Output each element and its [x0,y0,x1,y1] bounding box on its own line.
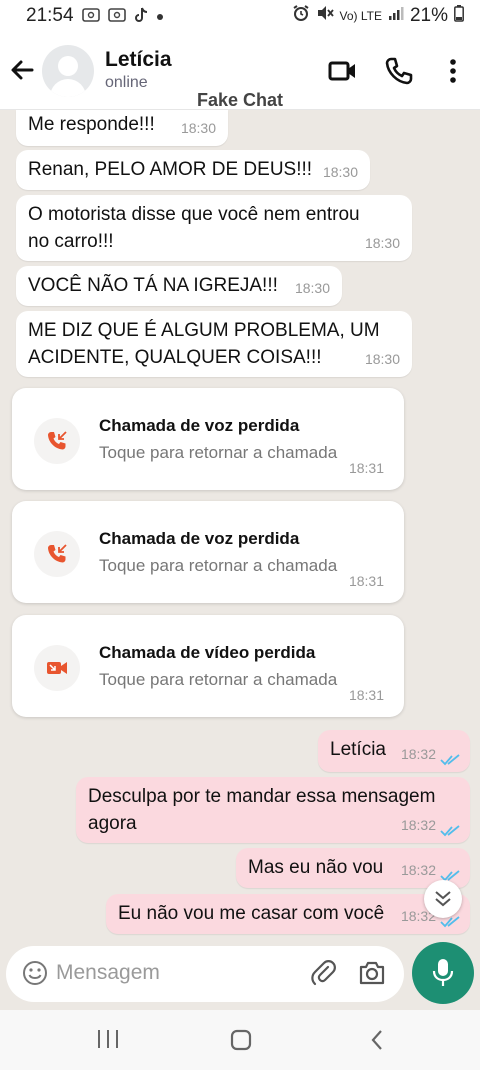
signal-icon [388,5,404,27]
watermark: Fake Chat [196,90,284,110]
message-time: 18:30 [322,164,358,180]
battery-percent: 21% [409,5,448,26]
read-receipt-icon [440,825,460,837]
recent-apps-icon[interactable] [96,1028,120,1055]
call-time: 18:31 [348,687,384,703]
message-time: 18:30 [294,280,330,296]
message-text: Eu não vou me casar com você [118,903,385,924]
home-icon[interactable] [229,1028,253,1057]
message-time: 18:30 [364,235,400,251]
message-text-line: no carro!!! [28,231,114,252]
call-title: Chamada de vídeo perdida [99,643,316,662]
screenshot-icon [81,7,100,25]
status-bar: 21:54 Vo) LTE 21% [0,0,480,32]
message-text: Letícia [330,739,386,760]
back-nav-icon[interactable] [366,1028,388,1057]
chat-area[interactable]: Me responde!!! 18:30 Renan, PELO AMOR DE… [0,110,480,940]
missed-call-card[interactable]: Chamada de vídeo perdida Toque para reto… [12,615,404,717]
message-time: 18:32 [400,746,436,762]
video-call-icon[interactable] [328,56,358,86]
more-vert-icon[interactable] [438,56,468,86]
mic-button[interactable] [412,942,474,1004]
phone-icon[interactable] [384,56,414,86]
message-text-line: O motorista disse que você nem entrou [28,204,360,225]
missed-voice-call-icon [34,531,80,577]
camera-icon[interactable] [358,959,386,992]
call-subtitle: Toque para retornar a chamada [99,556,338,575]
system-nav-bar [0,1010,480,1070]
message-text-line: ME DIZ QUE É ALGUM PROBLEMA, UM [28,320,380,341]
battery-icon [454,4,464,28]
call-subtitle: Toque para retornar a chamada [99,670,338,689]
scroll-to-bottom-button[interactable] [424,880,462,918]
message-bubble[interactable]: Letícia 18:32 [318,730,470,772]
call-subtitle: Toque para retornar a chamada [99,443,338,462]
back-arrow-icon[interactable] [6,54,38,86]
missed-video-call-icon [34,645,80,691]
tiktok-icon [134,7,148,26]
message-composer[interactable]: Mensagem [6,946,404,1002]
message-bubble[interactable]: Renan, PELO AMOR DE DEUS!!! 18:30 [16,150,370,190]
mute-icon [316,4,334,28]
call-title: Chamada de voz perdida [99,529,300,548]
message-bubble[interactable]: Desculpa por te mandar essa mensagem ago… [76,777,470,843]
status-time: 21:54 [26,5,74,26]
missed-voice-call-icon [34,418,80,464]
message-time: 18:30 [180,120,216,136]
alarm-icon [292,4,310,28]
message-text-line: ACIDENTE, QUALQUER COISA!!! [28,347,322,368]
message-bubble[interactable]: Eu não vou me casar com você 18:32 [106,894,470,934]
missed-call-card[interactable]: Chamada de voz perdida Toque para retorn… [12,388,404,490]
message-bubble[interactable]: ME DIZ QUE É ALGUM PROBLEMA, UM ACIDENTE… [16,311,412,377]
screenshot-icon [107,7,126,25]
attach-icon[interactable] [310,959,338,992]
message-bubble[interactable]: O motorista disse que você nem entrou no… [16,195,412,261]
missed-call-card[interactable]: Chamada de voz perdida Toque para retorn… [12,501,404,603]
message-time: 18:30 [364,351,400,367]
mic-icon [432,959,454,986]
message-input[interactable]: Mensagem [56,961,160,985]
message-text: Mas eu não vou [248,857,384,878]
call-time: 18:31 [348,573,384,589]
message-text: VOCÊ NÃO TÁ NA IGREJA!!! [28,275,278,296]
call-title: Chamada de voz perdida [99,416,300,435]
dot-icon [156,9,164,24]
read-receipt-icon [440,754,460,766]
contact-name[interactable]: Letícia [105,48,172,72]
message-text: Renan, PELO AMOR DE DEUS!!! [28,159,313,180]
message-text-line: Desculpa por te mandar essa mensagem [88,786,436,807]
network-label: Vo) LTE [339,9,382,23]
call-time: 18:31 [348,460,384,476]
message-bubble[interactable]: VOCÊ NÃO TÁ NA IGREJA!!! 18:30 [16,266,342,306]
message-time: 18:32 [400,817,436,833]
emoji-icon[interactable] [22,960,48,991]
message-bubble[interactable]: Me responde!!! 18:30 [16,110,228,146]
message-text: Me responde!!! [28,114,155,135]
double-chevron-down-icon [435,891,451,907]
